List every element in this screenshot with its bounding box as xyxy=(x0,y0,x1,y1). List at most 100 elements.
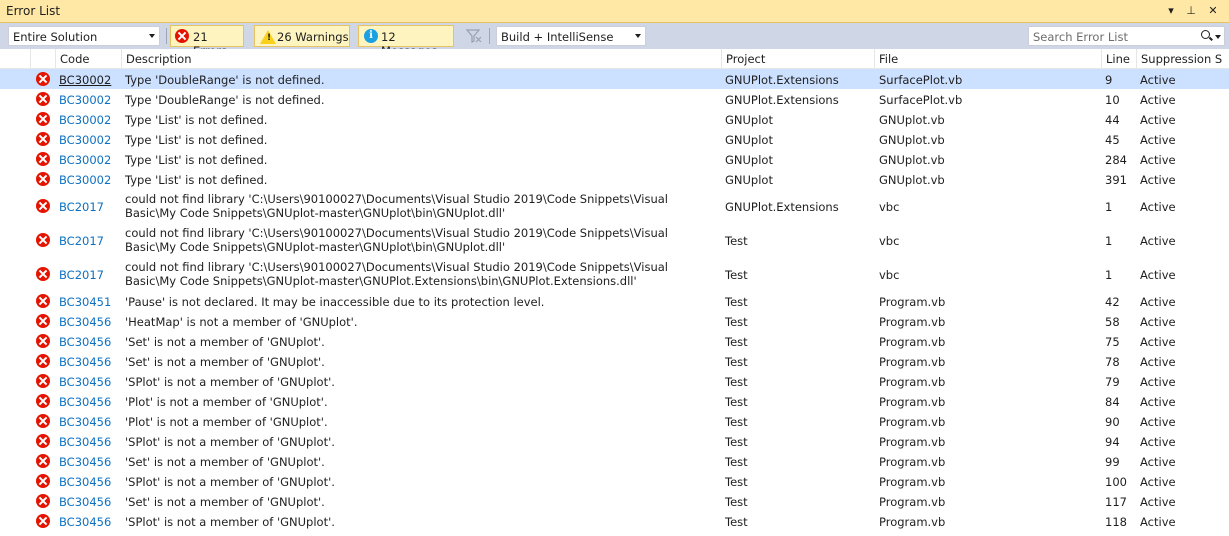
messages-filter-button[interactable]: i 12 Messages xyxy=(358,25,454,58)
file-cell: SurfacePlot.vb xyxy=(879,93,963,107)
table-row[interactable]: BC30456 'Plot' is not a member of 'GNUplo… xyxy=(0,391,1229,411)
code-cell[interactable]: BC30002 xyxy=(59,153,119,167)
table-row[interactable]: BC30002 Type 'DoubleRange' is not defined… xyxy=(0,69,1229,89)
suppression-cell: Active xyxy=(1140,173,1176,187)
table-row[interactable]: BC30456 'Set' is not a member of 'GNUplot… xyxy=(0,331,1229,351)
code-cell[interactable]: BC30456 xyxy=(59,315,119,329)
table-row[interactable]: BC30456 'SPlot' is not a member of 'GNUpl… xyxy=(0,471,1229,491)
description-cell: Type 'List' is not defined. xyxy=(125,173,268,187)
table-row[interactable]: BC30456 'Set' is not a member of 'GNUplot… xyxy=(0,351,1229,371)
column-header-suppression-state[interactable]: Suppression S xyxy=(1136,49,1229,69)
table-row[interactable]: BC30456 'Set' is not a member of 'GNUplot… xyxy=(0,491,1229,511)
suppression-cell: Active xyxy=(1140,515,1176,529)
table-row[interactable]: BC30456 'SPlot' is not a member of 'GNUpl… xyxy=(0,431,1229,451)
table-row[interactable]: BC30456 'Plot' is not a member of 'GNUplo… xyxy=(0,411,1229,431)
error-icon xyxy=(36,294,50,308)
code-cell[interactable]: BC30002 xyxy=(59,173,119,187)
warning-icon: ! xyxy=(260,30,276,44)
table-row[interactable]: BC30456 'SPlot' is not a member of 'GNUpl… xyxy=(0,511,1229,531)
table-row[interactable]: BC2017 could not find library 'C:\Users\9… xyxy=(0,257,1229,291)
column-header-file[interactable]: File xyxy=(874,49,1101,69)
table-row[interactable]: BC30002 Type 'List' is not defined. GNUplo… xyxy=(0,149,1229,169)
project-cell: Test xyxy=(725,395,748,409)
description-cell: 'HeatMap' is not a member of 'GNUplot'. xyxy=(125,315,358,329)
code-cell[interactable]: BC30451 xyxy=(59,295,119,309)
toolbar-divider xyxy=(489,28,490,44)
line-cell: 1 xyxy=(1105,234,1113,248)
code-cell[interactable]: BC30456 xyxy=(59,455,119,469)
table-row[interactable]: BC30451 'Pause' is not declared. It may b… xyxy=(0,291,1229,311)
pin-icon[interactable]: ⊥ xyxy=(1183,3,1199,19)
project-cell: Test xyxy=(725,234,748,248)
file-cell: GNUplot.vb xyxy=(879,113,945,127)
code-cell[interactable]: BC30456 xyxy=(59,395,119,409)
file-cell: Program.vb xyxy=(879,355,946,369)
suppression-cell: Active xyxy=(1140,475,1176,489)
code-cell[interactable]: BC2017 xyxy=(59,200,119,214)
source-dropdown[interactable]: Build + IntelliSense xyxy=(496,26,646,46)
errors-filter-button[interactable]: 21 Errors xyxy=(170,25,244,58)
project-cell: GNUplot xyxy=(725,153,773,167)
code-cell[interactable]: BC30456 xyxy=(59,415,119,429)
close-icon[interactable]: ✕ xyxy=(1205,3,1221,19)
code-cell[interactable]: BC2017 xyxy=(59,268,119,282)
line-cell: 45 xyxy=(1105,133,1120,147)
project-cell: Test xyxy=(725,355,748,369)
table-row[interactable]: BC2017 could not find library 'C:\Users\9… xyxy=(0,189,1229,223)
code-cell[interactable]: BC30002 xyxy=(59,73,119,87)
error-icon xyxy=(36,72,50,86)
file-cell: SurfacePlot.vb xyxy=(879,73,963,87)
code-cell[interactable]: BC30456 xyxy=(59,375,119,389)
code-cell[interactable]: BC30002 xyxy=(59,113,119,127)
warnings-filter-button[interactable]: ! 26 Warnings xyxy=(254,25,350,47)
code-cell[interactable]: BC2017 xyxy=(59,234,119,248)
code-cell[interactable]: BC30002 xyxy=(59,133,119,147)
error-icon xyxy=(36,454,50,468)
suppression-cell: Active xyxy=(1140,295,1176,309)
clear-filter-icon[interactable] xyxy=(466,29,482,43)
code-cell[interactable]: BC30456 xyxy=(59,495,119,509)
project-cell: Test xyxy=(725,315,748,329)
column-header-checkbox[interactable] xyxy=(0,49,30,69)
search-error-list-input[interactable]: Search Error List xyxy=(1028,26,1225,46)
table-row[interactable]: BC30002 Type 'List' is not defined. GNUplo… xyxy=(0,129,1229,149)
code-cell[interactable]: BC30456 xyxy=(59,515,119,529)
code-cell[interactable]: BC30456 xyxy=(59,335,119,349)
column-header-description[interactable]: Description xyxy=(121,49,721,69)
error-icon xyxy=(36,112,50,126)
description-cell: 'SPlot' is not a member of 'GNUplot'. xyxy=(125,435,335,449)
error-icon xyxy=(36,267,50,281)
search-icon[interactable] xyxy=(1201,30,1210,39)
search-options-chevron-icon[interactable] xyxy=(1215,35,1221,39)
window-position-icon[interactable]: ▾ xyxy=(1163,3,1179,19)
table-row[interactable]: BC30002 Type 'List' is not defined. GNUplo… xyxy=(0,109,1229,129)
line-cell: 84 xyxy=(1105,395,1120,409)
column-header-project[interactable]: Project xyxy=(721,49,874,69)
project-cell: Test xyxy=(725,295,748,309)
suppression-cell: Active xyxy=(1140,455,1176,469)
table-row[interactable]: BC30456 'HeatMap' is not a member of 'GNU… xyxy=(0,311,1229,331)
code-cell[interactable]: BC30456 xyxy=(59,435,119,449)
code-cell[interactable]: BC30456 xyxy=(59,355,119,369)
table-row[interactable]: BC2017 could not find library 'C:\Users\9… xyxy=(0,223,1229,257)
file-cell: Program.vb xyxy=(879,435,946,449)
error-icon xyxy=(36,374,50,388)
table-row[interactable]: BC30002 Type 'DoubleRange' is not defined… xyxy=(0,89,1229,109)
table-row[interactable]: BC30456 'SPlot' is not a member of 'GNUpl… xyxy=(0,371,1229,391)
scope-dropdown[interactable]: Entire Solution xyxy=(8,26,160,46)
column-header-code[interactable]: Code xyxy=(55,49,121,69)
description-cell: 'Set' is not a member of 'GNUplot'. xyxy=(125,355,325,369)
file-cell: GNUplot.vb xyxy=(879,153,945,167)
source-value: Build + IntelliSense xyxy=(501,30,614,44)
table-row[interactable]: BC30456 'Set' is not a member of 'GNUplot… xyxy=(0,451,1229,471)
code-cell[interactable]: BC30002 xyxy=(59,93,119,107)
description-cell: 'SPlot' is not a member of 'GNUplot'. xyxy=(125,475,335,489)
line-cell: 42 xyxy=(1105,295,1120,309)
column-header-severity[interactable] xyxy=(30,49,55,69)
project-cell: Test xyxy=(725,475,748,489)
table-row[interactable]: BC30002 Type 'List' is not defined. GNUplo… xyxy=(0,169,1229,189)
error-icon xyxy=(36,514,50,528)
column-header-line[interactable]: Line xyxy=(1101,49,1136,69)
code-cell[interactable]: BC30456 xyxy=(59,475,119,489)
description-cell: Type 'List' is not defined. xyxy=(125,153,268,167)
